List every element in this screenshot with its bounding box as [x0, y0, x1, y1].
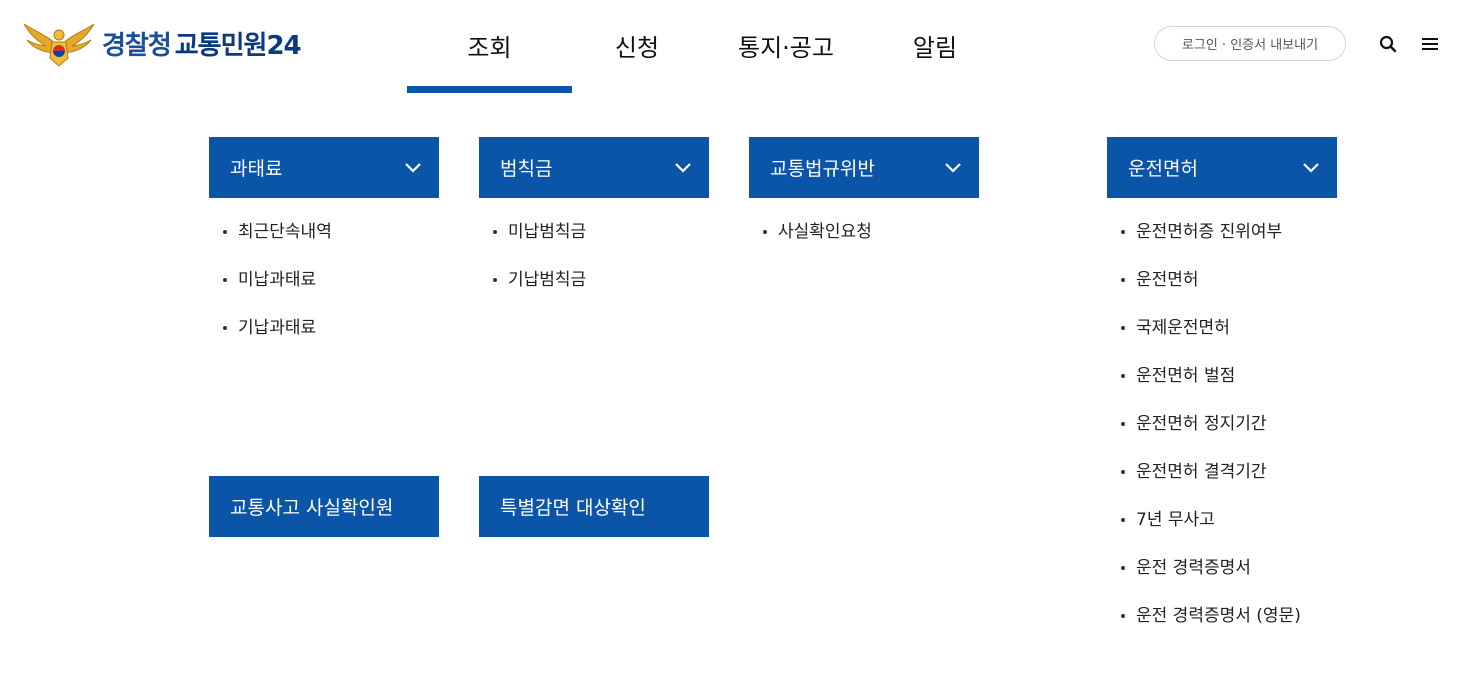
chevron-down-icon: [1303, 163, 1319, 173]
submenu-item[interactable]: 미납범칙금: [479, 220, 586, 268]
bullet: [223, 326, 227, 330]
search-icon: [1379, 35, 1397, 52]
menu-group-accident-certificate[interactable]: 교통사고 사실확인원: [209, 476, 439, 537]
submenu-item[interactable]: 운전면허: [1107, 268, 1301, 316]
search-button[interactable]: [1376, 32, 1400, 56]
menu-group-license[interactable]: 운전면허: [1107, 137, 1337, 198]
submenu-item[interactable]: 기납과태료: [209, 316, 332, 364]
menu-group-special-reduction[interactable]: 특별감면 대상확인: [479, 476, 709, 537]
submenu-item-label: 운전 경력증명서 (영문): [1136, 606, 1301, 626]
nav-item-inquiry[interactable]: 조회: [407, 0, 572, 93]
bullet: [223, 230, 227, 234]
bullet: [1121, 230, 1125, 234]
submenu-item-label: 운전면허: [1136, 270, 1199, 290]
nav-item-application[interactable]: 신청: [572, 0, 702, 93]
submenu-item[interactable]: 운전 경력증명서: [1107, 556, 1301, 604]
submenu-item-label: 최근단속내역: [238, 222, 332, 242]
submenu-item[interactable]: 사실확인요청: [749, 220, 872, 268]
menu-group-violation[interactable]: 교통법규위반: [749, 137, 979, 198]
chevron-down-icon: [675, 163, 691, 173]
penalty-submenu: 미납범칙금 기납범칙금: [479, 220, 586, 316]
menu-group-license-title: 운전면허: [1128, 158, 1198, 180]
chevron-down-icon: [405, 163, 421, 173]
violation-submenu: 사실확인요청: [749, 220, 872, 268]
bullet: [1121, 518, 1125, 522]
submenu-item-label: 미납과태료: [238, 270, 317, 290]
menu-group-special-title: 특별감면 대상확인: [500, 497, 646, 519]
submenu-item[interactable]: 국제운전면허: [1107, 316, 1301, 364]
police-emblem-icon: [23, 23, 95, 67]
menu-button[interactable]: [1418, 32, 1442, 56]
submenu-item[interactable]: 운전면허 정지기간: [1107, 412, 1301, 460]
main-navigation: 조회 신청 통지·공고 알림: [407, 0, 1000, 93]
bullet: [1121, 326, 1125, 330]
submenu-item-label: 국제운전면허: [1136, 318, 1230, 338]
nav-item-notice[interactable]: 통지·공고: [702, 0, 870, 93]
menu-group-accident-title: 교통사고 사실확인원: [230, 497, 394, 519]
menu-group-penalty-title: 범칙금: [500, 158, 553, 180]
submenu-item-label: 사실확인요청: [778, 222, 872, 242]
site-header: 경찰청 교통민원24 조회 신청 통지·공고 알림 로그인 · 인증서 내보내기: [0, 0, 1460, 93]
submenu-item[interactable]: 운전면허 결격기간: [1107, 460, 1301, 508]
submenu-item-label: 기납과태료: [238, 318, 317, 338]
logo-text-service: 교통민원24: [174, 30, 302, 61]
bullet: [493, 230, 497, 234]
bullet: [1121, 278, 1125, 282]
fine-submenu: 최근단속내역 미납과태료 기납과태료: [209, 220, 332, 364]
bullet: [1121, 470, 1125, 474]
bullet: [493, 278, 497, 282]
menu-group-violation-title: 교통법규위반: [770, 158, 875, 180]
submenu-item-label: 운전면허증 진위여부: [1136, 222, 1283, 242]
chevron-down-icon: [945, 163, 961, 173]
bullet: [1121, 614, 1125, 618]
submenu-item-label: 운전면허 결격기간: [1136, 462, 1267, 482]
submenu-item-label: 기납범칙금: [508, 270, 587, 290]
nav-item-alerts[interactable]: 알림: [870, 0, 1000, 93]
submenu-item[interactable]: 최근단속내역: [209, 220, 332, 268]
submenu-item[interactable]: 기납범칙금: [479, 268, 586, 316]
submenu-item-label: 미납범칙금: [508, 222, 587, 242]
menu-group-fine[interactable]: 과태료: [209, 137, 439, 198]
logo-text: 경찰청 교통민원24: [102, 25, 302, 62]
license-submenu: 운전면허증 진위여부 운전면허 국제운전면허 운전면허 벌점 운전면허 정지기간…: [1107, 220, 1301, 652]
menu-group-fine-title: 과태료: [230, 158, 283, 180]
bullet: [1121, 374, 1125, 378]
submenu-item[interactable]: 운전면허 벌점: [1107, 364, 1301, 412]
bullet: [1121, 566, 1125, 570]
bullet: [763, 230, 767, 234]
utility-menu: 로그인 · 인증서 내보내기: [1154, 26, 1442, 61]
submenu-item-label: 운전면허 벌점: [1136, 366, 1236, 386]
bullet: [1121, 422, 1125, 426]
submenu-item-label: 7년 무사고: [1136, 510, 1215, 530]
bullet: [223, 278, 227, 282]
site-logo[interactable]: 경찰청 교통민원24: [22, 18, 302, 68]
submenu-item-label: 운전면허 정지기간: [1136, 414, 1267, 434]
login-button[interactable]: 로그인 · 인증서 내보내기: [1154, 26, 1346, 61]
menu-group-penalty[interactable]: 범칙금: [479, 137, 709, 198]
logo-text-agency: 경찰청: [102, 30, 172, 61]
hamburger-menu-icon: [1422, 37, 1438, 50]
submenu-item[interactable]: 미납과태료: [209, 268, 332, 316]
submenu-item[interactable]: 운전 경력증명서 (영문): [1107, 604, 1301, 652]
submenu-item[interactable]: 7년 무사고: [1107, 508, 1301, 556]
submenu-item[interactable]: 운전면허증 진위여부: [1107, 220, 1301, 268]
submenu-item-label: 운전 경력증명서: [1136, 558, 1251, 578]
